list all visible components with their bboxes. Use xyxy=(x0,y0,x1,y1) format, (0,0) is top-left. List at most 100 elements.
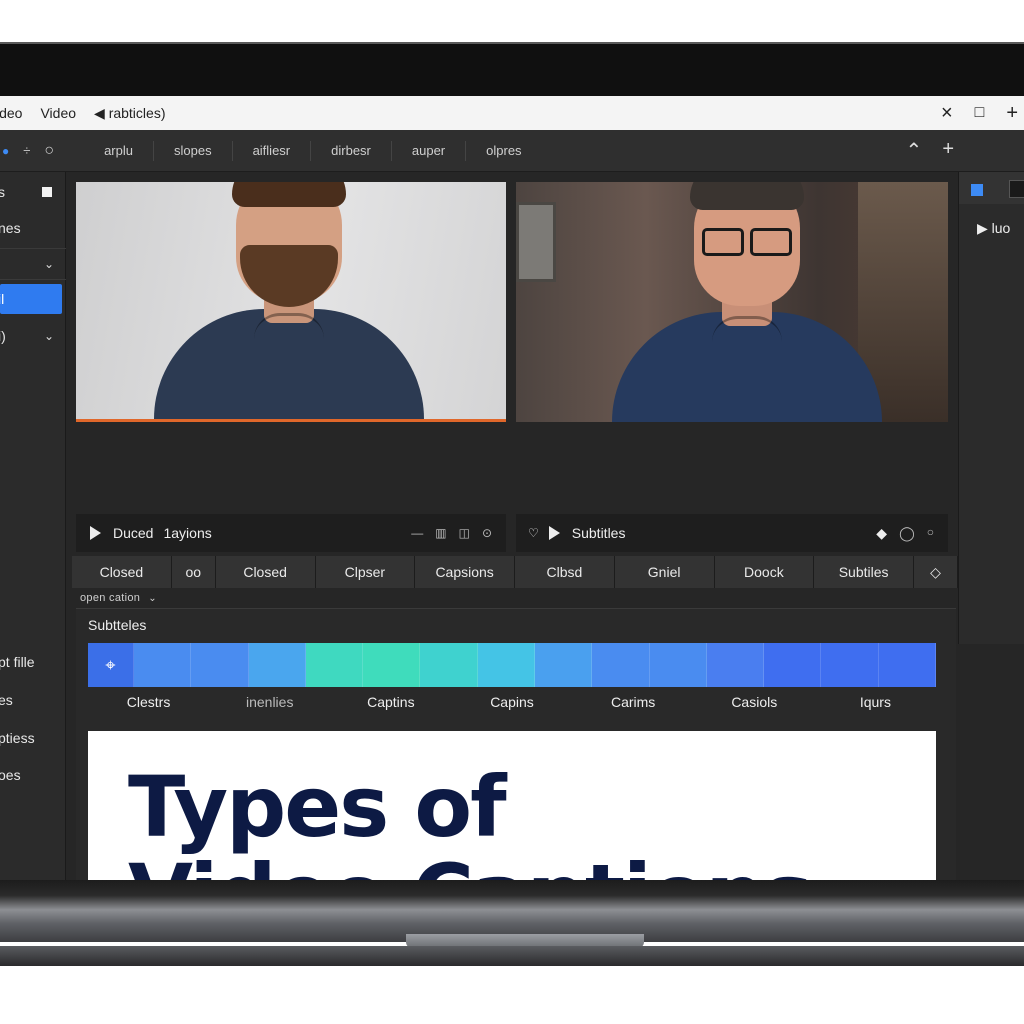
blue-square-icon[interactable] xyxy=(971,184,983,196)
sidebar-item-2[interactable]: nes xyxy=(0,212,66,244)
title-line-2: Video Captions xyxy=(128,851,813,880)
timeline-label-5: Carims xyxy=(610,694,656,710)
video-right-icons: ◆ ◯ ○ xyxy=(876,525,934,542)
toolbar-item-6[interactable]: olpres xyxy=(465,140,541,161)
timeline-handle-icon[interactable]: ⌖ xyxy=(88,643,134,687)
toolbar-item-4[interactable]: dirbesr xyxy=(310,140,391,161)
video-left-label: Duced xyxy=(113,525,154,541)
tab-capsions[interactable]: Capsions xyxy=(415,556,515,588)
close-icon[interactable]: × xyxy=(941,102,953,125)
timeline-segment[interactable] xyxy=(821,643,879,687)
timeline-label-4: Capins xyxy=(490,694,534,710)
main-toolbar: ● ÷ ○ arplu slopes aifliesr dirbesr aupe… xyxy=(0,130,1024,172)
left-sidebar: s nes ⌄ il i)⌄ pt fille es ptiess oes xyxy=(0,172,66,880)
timeline-label-6: Casiols xyxy=(731,694,778,710)
heart-icon[interactable]: ♡ xyxy=(528,526,539,540)
wall-picture xyxy=(516,202,556,282)
pin-icon[interactable]: ⊙ xyxy=(482,526,492,540)
subtitle-timeline[interactable]: ⌖ xyxy=(88,643,936,687)
add-icon[interactable]: + xyxy=(942,138,954,163)
toolbar-item-1[interactable]: arplu xyxy=(84,141,153,161)
eject-icon[interactable]: ⌃ xyxy=(906,138,923,163)
chevron-down-icon: ⌄ xyxy=(43,329,54,343)
tab-gniel[interactable]: Gniel xyxy=(614,556,715,588)
loop-icon[interactable]: ◯ xyxy=(899,525,915,542)
right-panel: ▶ luo xyxy=(958,172,1024,644)
captions-icon[interactable]: ▥ xyxy=(435,526,446,540)
speaker-icon: ◀ xyxy=(94,104,109,121)
laptop-foot xyxy=(0,946,1024,966)
timeline-segment[interactable] xyxy=(592,643,650,687)
sidebar-item-selected[interactable]: il xyxy=(0,284,62,314)
tab-clpser[interactable]: Clpser xyxy=(315,556,416,588)
window-title-bar: ideo Video ◀ rabticles) × □ + xyxy=(0,96,1024,130)
chevron-down-icon: ⌄ xyxy=(43,257,54,271)
tab-closed-2[interactable]: Closed xyxy=(215,556,316,588)
tab-clbsd[interactable]: Clbsd xyxy=(515,556,615,588)
timeline-segment[interactable] xyxy=(134,643,192,687)
caption-type-tabs: Closed oo Closed Clpser Capsions Clbsd G… xyxy=(72,556,958,588)
title-card-heading: Types of Video Captions xyxy=(128,758,813,880)
timeline-segment[interactable] xyxy=(191,643,249,687)
timeline-label-3: Captins xyxy=(367,694,415,710)
tab-diamond-icon[interactable]: ◇ xyxy=(914,556,958,588)
title-item-1[interactable]: ideo xyxy=(0,105,22,121)
sidebar-item-9[interactable]: oes xyxy=(0,759,66,791)
right-panel-label[interactable]: ▶ luo xyxy=(977,220,1010,237)
video-left-icons: — ▥ ◫ ⊙ xyxy=(411,526,492,540)
adjust-icon[interactable]: ÷ xyxy=(23,143,30,158)
caption-mode-select[interactable]: open cation ⌄ xyxy=(80,592,157,604)
panel-toggle-icon[interactable] xyxy=(1009,180,1024,198)
timeline-segment[interactable] xyxy=(878,643,936,687)
new-tab-icon[interactable]: + xyxy=(1006,102,1018,125)
timeline-segment[interactable] xyxy=(477,643,535,687)
sidebar-item-1[interactable]: s xyxy=(0,176,66,208)
tab-doock[interactable]: Doock xyxy=(714,556,815,588)
timeline-segment[interactable] xyxy=(706,643,765,687)
video-preview-right[interactable] xyxy=(516,182,948,422)
dot-icon[interactable]: ○ xyxy=(927,525,934,542)
timeline-segment[interactable] xyxy=(420,643,478,687)
toolbar-item-2[interactable]: slopes xyxy=(152,140,232,161)
sidebar-item-8[interactable]: ptiess xyxy=(0,722,66,754)
timeline-segment[interactable] xyxy=(649,643,707,687)
sidebar-dropdown-2[interactable]: i)⌄ xyxy=(0,320,66,352)
search-icon[interactable]: ○ xyxy=(44,142,54,160)
presenter-glasses xyxy=(612,182,882,422)
title-line-1: Types of xyxy=(128,758,507,856)
dot-icon[interactable]: ● xyxy=(2,144,9,158)
toolbar-icons: ● ÷ ○ xyxy=(2,142,54,160)
title-item-2[interactable]: Video xyxy=(40,105,76,121)
timeline-label-7: Iqurs xyxy=(859,694,891,710)
timeline-segment[interactable] xyxy=(534,643,593,687)
video-preview-left[interactable] xyxy=(76,182,506,422)
toolbar-item-3[interactable]: aifliesr xyxy=(231,140,311,161)
timeline-labels: Clestrs inenlies Captins Capins Carims C… xyxy=(88,694,936,714)
video-controls-left: Duced 1ayions — ▥ ◫ ⊙ xyxy=(76,514,506,552)
tab-closed-1[interactable]: Closed xyxy=(72,556,172,588)
right-panel-header xyxy=(959,172,1024,204)
tab-subtiles[interactable]: Subtiles xyxy=(814,556,914,588)
play-icon[interactable] xyxy=(90,526,101,540)
layers-icon[interactable]: ◫ xyxy=(459,526,470,540)
volume-icon[interactable]: ◆ xyxy=(876,525,887,542)
timeline-segment[interactable] xyxy=(248,643,306,687)
app-screen: ideo Video ◀ rabticles) × □ + ● ÷ ○ arpl… xyxy=(0,96,1024,880)
maximize-icon[interactable]: □ xyxy=(975,104,985,122)
title-card: Types of Video Captions xyxy=(88,731,936,880)
timeline-label-1: Clestrs xyxy=(126,694,171,710)
timeline-segment[interactable] xyxy=(363,643,421,687)
sidebar-item-6[interactable]: pt fille xyxy=(0,646,66,678)
sidebar-item-7[interactable]: es xyxy=(0,684,66,716)
minus-icon[interactable]: — xyxy=(411,526,423,540)
timeline-segment[interactable] xyxy=(764,643,822,687)
timeline-segment[interactable] xyxy=(305,643,364,687)
presenter-bearded xyxy=(154,182,424,419)
tab-cc-icon[interactable]: oo xyxy=(171,556,216,588)
sidebar-dropdown-1[interactable]: ⌄ xyxy=(0,248,66,280)
title-item-3[interactable]: ◀ rabticles) xyxy=(94,105,165,122)
toolbar-item-5[interactable]: auper xyxy=(390,140,465,161)
window-controls: × □ + xyxy=(941,96,1024,130)
play-icon[interactable] xyxy=(548,526,560,540)
video-left-secondary: 1ayions xyxy=(163,525,212,541)
